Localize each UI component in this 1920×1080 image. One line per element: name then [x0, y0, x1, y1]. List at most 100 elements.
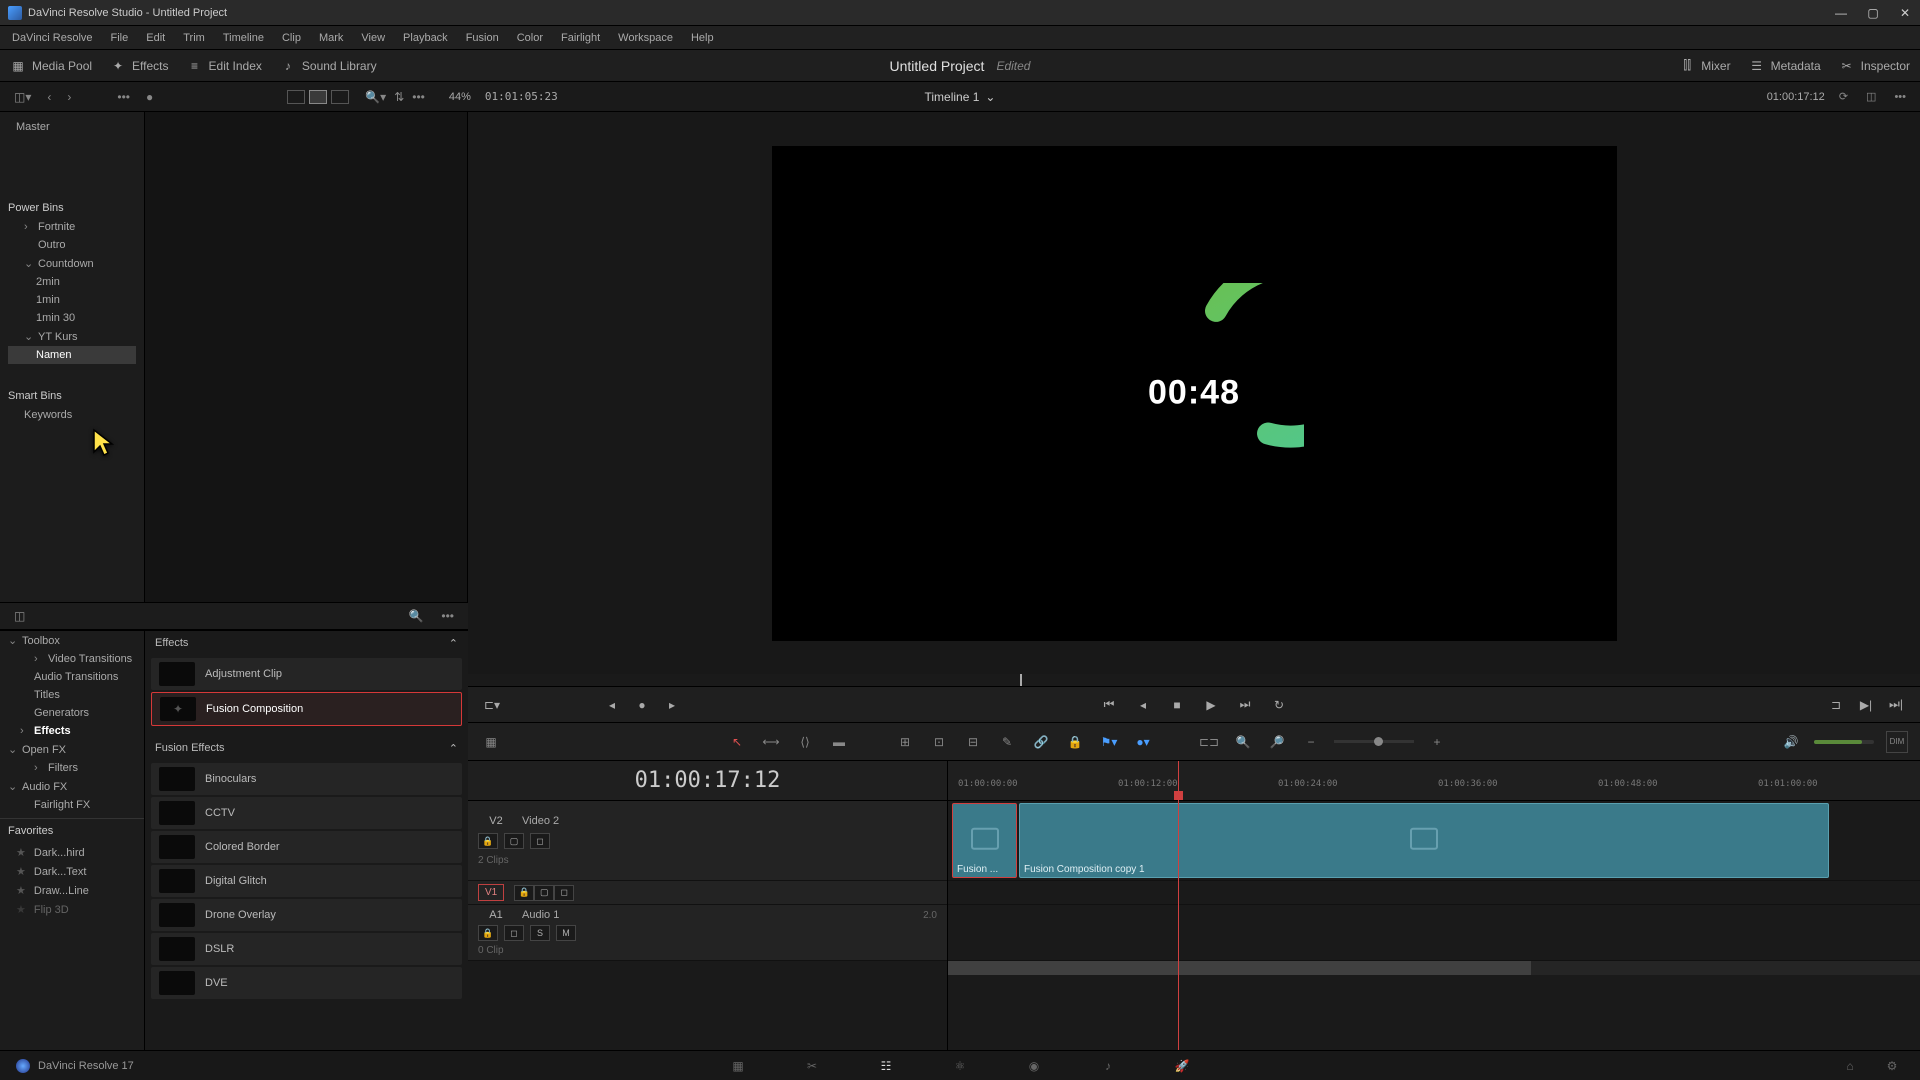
bin-1min30[interactable]: 1min 30 [8, 309, 136, 327]
bypass-icon[interactable]: ⟳ [1835, 88, 1852, 105]
volume-icon[interactable]: 🔊 [1780, 731, 1802, 753]
cat-filters[interactable]: ›Filters [0, 759, 144, 777]
link-icon[interactable]: 🔗 [1030, 731, 1052, 753]
mute-button[interactable]: M [556, 925, 576, 941]
menu-davinci[interactable]: DaVinci Resolve [4, 29, 101, 47]
menu-playback[interactable]: Playback [395, 29, 456, 47]
timeline-ruler[interactable]: 01:00:00:00 01:00:12:00 01:00:24:00 01:0… [948, 761, 1920, 801]
color-page-tab[interactable]: ◉ [1022, 1056, 1046, 1076]
fav-item[interactable]: ★Draw...Line [0, 881, 144, 900]
metadata-toggle[interactable]: ☰Metadata [1749, 58, 1821, 74]
viewer-options-icon[interactable]: ••• [1890, 89, 1910, 105]
bin-keywords[interactable]: Keywords [8, 406, 136, 424]
last-frame-icon[interactable]: ⏭| [1886, 695, 1906, 715]
selection-tool[interactable]: ↖ [726, 731, 748, 753]
timeline-timecode[interactable]: 01:00:17:12 [468, 761, 947, 801]
match-frame-icon[interactable]: ◂ [602, 695, 622, 715]
menu-edit[interactable]: Edit [138, 29, 173, 47]
track-header-v1[interactable]: V1 🔒 ▢ ◻ [468, 881, 947, 905]
menu-fairlight[interactable]: Fairlight [553, 29, 608, 47]
cat-titles[interactable]: Titles [0, 686, 144, 704]
disable-track-icon[interactable]: ◻ [530, 833, 550, 849]
timeline-tracks[interactable]: 01:00:00:00 01:00:12:00 01:00:24:00 01:0… [948, 761, 1920, 1050]
edit-index-toggle[interactable]: ≡Edit Index [187, 58, 262, 74]
more-options-icon[interactable]: ••• [408, 88, 429, 106]
track-v1-dest[interactable]: V1 [478, 884, 504, 901]
fav-item[interactable]: ★Flip 3D [0, 900, 144, 919]
go-to-end-icon[interactable]: ▶| [1856, 695, 1876, 715]
disable-track-icon[interactable]: ◻ [554, 885, 574, 901]
effect-cctv[interactable]: CCTV [151, 797, 462, 829]
fav-item[interactable]: ★Dark...hird [0, 843, 144, 862]
insert-mode-icon[interactable]: ⊏▾ [482, 695, 502, 715]
project-settings-button[interactable]: ⚙ [1880, 1056, 1904, 1076]
toolbox-header[interactable]: ⌄Toolbox [0, 631, 144, 650]
clip-fusion-1[interactable]: Fusion ... [952, 803, 1017, 878]
fav-item[interactable]: ★Dark...Text [0, 862, 144, 881]
bin-master[interactable]: Master [8, 118, 136, 136]
more-dots[interactable]: ••• [113, 88, 134, 106]
insert-clip-icon[interactable]: ⊞ [894, 731, 916, 753]
audiofx-header[interactable]: ⌄Audio FX [0, 777, 144, 796]
bin-1min[interactable]: 1min [8, 291, 136, 309]
overwrite-clip-icon[interactable]: ⊡ [928, 731, 950, 753]
edit-page-tab[interactable]: ☷ [874, 1056, 898, 1076]
fairlight-page-tab[interactable]: ♪ [1096, 1056, 1120, 1076]
zoom-to-fit-icon[interactable]: 🔍 [1232, 731, 1254, 753]
auto-select-icon[interactable]: ▢ [534, 885, 554, 901]
timeline-selector[interactable]: Timeline 1⌄ [925, 90, 996, 104]
bin-namen[interactable]: Namen [8, 346, 136, 364]
next-frame-button[interactable]: ⏭ [1235, 695, 1255, 715]
effect-digital-glitch[interactable]: Digital Glitch [151, 865, 462, 897]
effects-toggle[interactable]: ✦Effects [110, 58, 168, 74]
fusion-effects-header[interactable]: Fusion Effects⌃ [145, 736, 468, 761]
bin-fortnite[interactable]: ›Fortnite [8, 218, 136, 236]
search-icon[interactable]: 🔍▾ [361, 88, 390, 106]
cat-audio-transitions[interactable]: Audio Transitions [0, 668, 144, 686]
bin-ytkurs[interactable]: ⌄YT Kurs [8, 327, 136, 346]
effect-adjustment-clip[interactable]: Adjustment Clip [151, 658, 462, 690]
cut-page-tab[interactable]: ✂ [800, 1056, 824, 1076]
dim-button[interactable]: DIM [1886, 731, 1908, 753]
media-page-tab[interactable]: ▦ [726, 1056, 750, 1076]
menu-workspace[interactable]: Workspace [610, 29, 681, 47]
single-viewer-icon[interactable]: ◫ [1862, 88, 1880, 105]
sound-library-toggle[interactable]: ♪Sound Library [280, 58, 377, 74]
cat-effects[interactable]: ›Effects [0, 722, 144, 740]
trim-tool[interactable]: ⟷ [760, 731, 782, 753]
timeline-view-icon[interactable]: ▦ [480, 731, 502, 753]
first-frame-button[interactable]: ⏮ [1099, 695, 1119, 715]
cat-generators[interactable]: Generators [0, 704, 144, 722]
loop-button[interactable]: ↻ [1269, 695, 1289, 715]
view-list-icon[interactable] [331, 90, 349, 104]
track-lane-v2[interactable]: Fusion ... Fusion Composition copy 1 [948, 801, 1920, 881]
auto-select-icon[interactable]: ▢ [504, 833, 524, 849]
deliver-page-tab[interactable]: 🚀 [1170, 1056, 1194, 1076]
viewer-zoom[interactable]: 44% [449, 91, 471, 103]
menu-view[interactable]: View [353, 29, 393, 47]
stop-button[interactable]: ■ [1167, 695, 1187, 715]
cat-video-transitions[interactable]: ›Video Transitions [0, 650, 144, 668]
cat-fairlightfx[interactable]: Fairlight FX [0, 796, 144, 814]
effect-dve[interactable]: DVE [151, 967, 462, 999]
clip-fusion-2[interactable]: Fusion Composition copy 1 [1019, 803, 1829, 878]
marker-icon[interactable]: ●▾ [1132, 731, 1154, 753]
viewer-scrubber[interactable] [468, 674, 1920, 686]
detail-zoom-icon[interactable]: 🔎 [1266, 731, 1288, 753]
menu-file[interactable]: File [103, 29, 137, 47]
maximize-button[interactable]: ▢ [1866, 6, 1880, 20]
full-extent-icon[interactable]: ⊐ [1826, 695, 1846, 715]
zoom-out-icon[interactable]: − [1300, 731, 1322, 753]
home-button[interactable]: ⌂ [1838, 1056, 1862, 1076]
track-header-v2[interactable]: V2 Video 2 🔒 ▢ ◻ 2 Clips [468, 801, 947, 881]
menu-trim[interactable]: Trim [175, 29, 213, 47]
playhead[interactable] [1178, 761, 1179, 1050]
solo-button[interactable]: S [530, 925, 550, 941]
view-metadata-icon[interactable] [287, 90, 305, 104]
marker-nav-icon[interactable]: ● [632, 695, 652, 715]
zoom-in-icon[interactable]: + [1426, 731, 1448, 753]
play-button[interactable]: ▶ [1201, 695, 1221, 715]
panel-layout-icon[interactable]: ◫▾ [10, 88, 35, 106]
fusion-page-tab[interactable]: ⚛ [948, 1056, 972, 1076]
zoom-slider[interactable] [1334, 740, 1414, 743]
